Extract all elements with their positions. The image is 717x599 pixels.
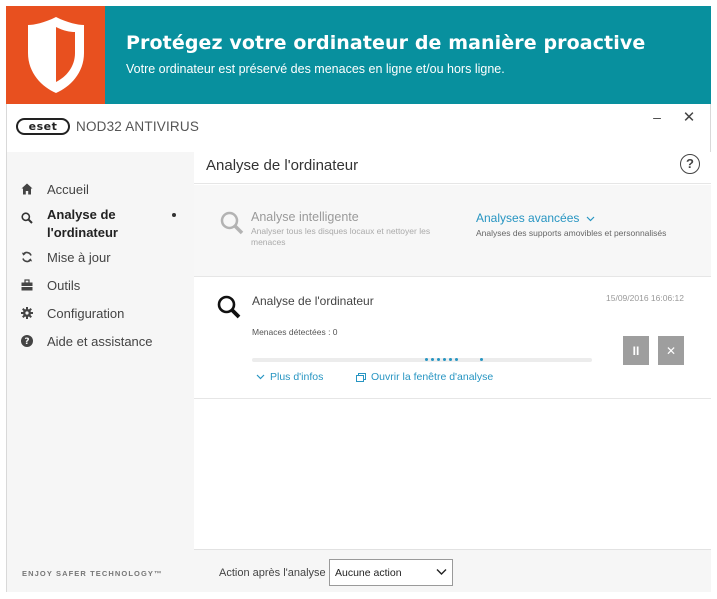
search-icon <box>7 206 47 224</box>
stop-scan-button[interactable]: ✕ <box>658 336 684 365</box>
help-button[interactable]: ? <box>680 154 700 174</box>
progress-dot <box>443 358 446 361</box>
page-header: Analyse de l'ordinateur ? <box>194 152 711 184</box>
advanced-scans-title: Analyses avancées <box>476 211 580 225</box>
promo-banner: Protégez votre ordinateur de manière pro… <box>6 6 711 104</box>
scan-progress-bar <box>252 358 592 362</box>
banner-subtitle: Votre ordinateur est préservé des menace… <box>126 62 505 76</box>
eset-badge: eset <box>16 118 70 135</box>
tagline: ENJOY SAFER TECHNOLOGY™ <box>22 569 163 578</box>
more-info-label: Plus d'infos <box>270 371 324 383</box>
footer-bar: Action après l'analyse Aucune action <box>194 549 711 592</box>
sidebar-item-configuration[interactable]: Configuration <box>7 305 194 323</box>
open-scan-window-label: Ouvrir la fenêtre d'analyse <box>371 371 494 383</box>
toolbox-icon <box>7 277 47 291</box>
magnifier-icon <box>220 211 244 235</box>
current-scan-card: Analyse de l'ordinateur 15/09/2016 16:06… <box>194 276 711 399</box>
close-window-button[interactable]: ✕ <box>681 108 697 128</box>
progress-dot <box>437 358 440 361</box>
chevron-down-icon <box>256 374 265 380</box>
progress-dot <box>431 358 434 361</box>
svg-text:?: ? <box>24 337 29 347</box>
scan-date: 15/09/2016 16:06:12 <box>606 293 684 303</box>
page-title: Analyse de l'ordinateur <box>206 157 359 174</box>
post-scan-action-select[interactable]: Aucune action <box>329 559 453 586</box>
sidebar-item-label: Analyse de l'ordinateur <box>47 207 118 240</box>
home-icon <box>7 181 47 195</box>
smart-scan-title: Analyse intelligente <box>251 210 359 224</box>
sidebar-item-label: Accueil <box>47 182 89 197</box>
post-scan-action-label: Action après l'analyse <box>219 567 326 579</box>
banner-text-area: Protégez votre ordinateur de manière pro… <box>105 6 711 104</box>
gear-icon <box>7 305 47 319</box>
banner-title: Protégez votre ordinateur de manière pro… <box>126 32 646 54</box>
refresh-icon <box>7 249 47 263</box>
sidebar-item-computer-scan[interactable]: Analyse de l'ordinateur <box>7 206 194 242</box>
smart-scan-option[interactable]: Analyse intelligente Analyser tous les d… <box>219 210 441 248</box>
open-scan-window-link[interactable]: Ouvrir la fenêtre d'analyse <box>356 371 493 383</box>
threats-detected: Menaces détectées : 0 <box>252 327 338 337</box>
shield-icon <box>27 17 84 93</box>
sidebar-item-label: Aide et assistance <box>47 334 153 349</box>
chevron-down-icon <box>436 569 447 575</box>
scan-options: Analyse intelligente Analyser tous les d… <box>194 185 711 276</box>
main-pane: Analyse de l'ordinateur ? Analyse intell… <box>194 152 711 592</box>
sidebar-item-update[interactable]: Mise à jour <box>7 249 194 267</box>
magnifier-icon <box>217 295 241 319</box>
sidebar-item-label: Outils <box>47 278 81 293</box>
sidebar-item-label: Configuration <box>47 306 125 321</box>
post-scan-action-value: Aucune action <box>335 567 402 579</box>
advanced-scans-description: Analyses des supports amovibles et perso… <box>476 228 667 238</box>
sidebar-item-home[interactable]: Accueil <box>7 181 194 199</box>
pause-scan-button[interactable]: II <box>623 336 649 365</box>
eset-logo: eset NOD32 ANTIVIRUS <box>16 118 199 135</box>
advanced-scans-option[interactable]: Analyses avancées Analyses des supports … <box>476 211 666 238</box>
active-indicator <box>172 213 176 217</box>
sidebar: Accueil Analyse de l'ordinateur Mise à j… <box>7 152 194 592</box>
product-name: NOD32 ANTIVIRUS <box>76 119 200 134</box>
help-circle-icon: ? <box>7 333 47 347</box>
minimize-button[interactable]: – <box>650 109 664 127</box>
smart-scan-description: Analyser tous les disques locaux et nett… <box>251 226 431 247</box>
progress-dot <box>480 358 483 361</box>
progress-dot <box>449 358 452 361</box>
window-icon <box>356 372 366 382</box>
progress-dot <box>455 358 458 361</box>
scan-name: Analyse de l'ordinateur <box>252 294 374 308</box>
sidebar-item-help[interactable]: ? Aide et assistance <box>7 333 194 351</box>
progress-dot <box>425 358 428 361</box>
app-window: eset NOD32 ANTIVIRUS – ✕ Accueil Analyse… <box>6 104 711 592</box>
chevron-down-icon <box>586 216 595 222</box>
sidebar-item-tools[interactable]: Outils <box>7 277 194 295</box>
banner-shield-area <box>6 6 105 104</box>
sidebar-item-label: Mise à jour <box>47 250 111 265</box>
more-info-link[interactable]: Plus d'infos <box>256 371 323 383</box>
title-bar: eset NOD32 ANTIVIRUS – ✕ <box>7 104 710 152</box>
